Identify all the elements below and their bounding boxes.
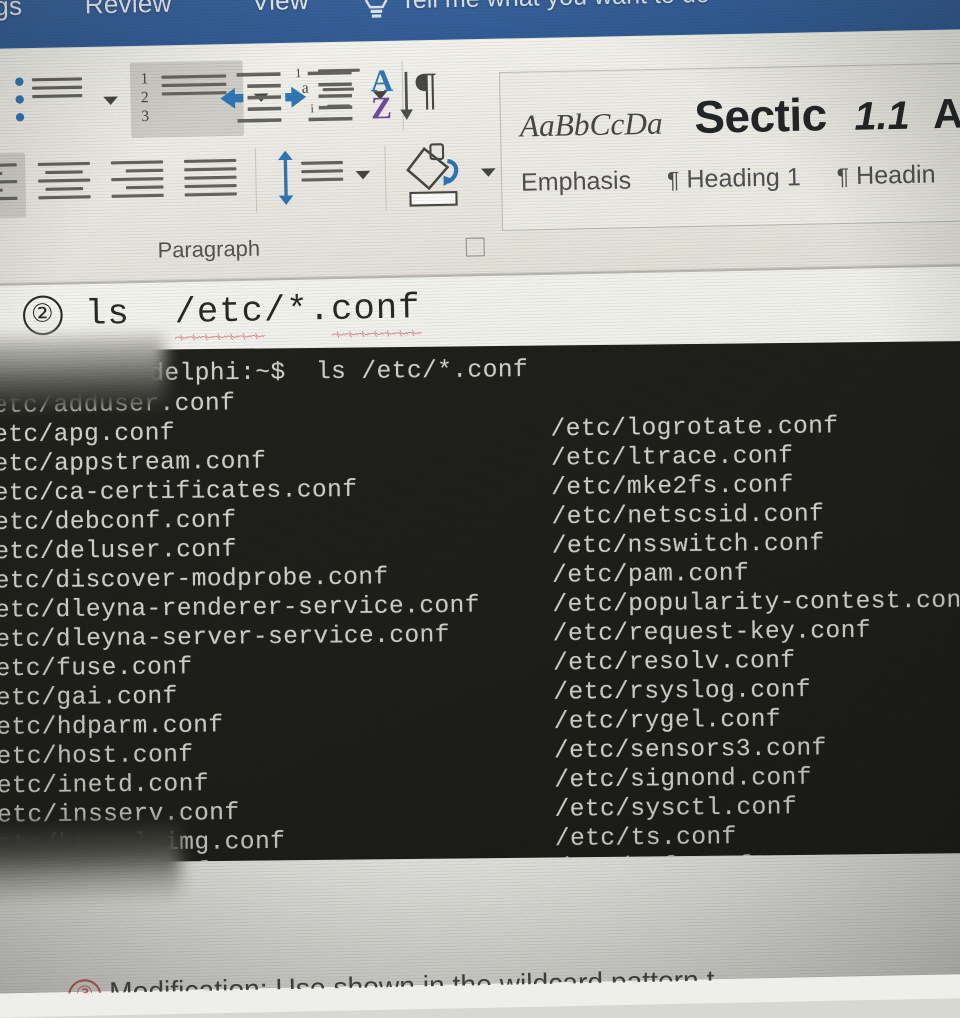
doc-cmd-path: /etc [174,292,265,334]
tab-mailings[interactable]: ilings [0,0,23,23]
terminal-output-line: /etc/hdparm.conf [0,711,224,743]
terminal-output-line: /etc/sensors3.conf [553,734,827,766]
terminal-output-line: /etc/discover-modprobe.conf [0,563,389,596]
style-name-heading1-label: Heading 1 [686,163,802,194]
terminal-output-line: /etc/deluser.conf [0,535,237,567]
callout-number-2: ② [22,295,64,336]
align-center-button[interactable] [29,151,99,217]
terminal-output-line: /etc/resolv.conf [552,647,796,678]
terminal-output-line: /etc/gai.conf [0,682,178,714]
shading-icon[interactable] [401,142,476,212]
doc-cmd-sep: /*. [263,290,332,332]
terminal-output-line: /etc/rsyslog.conf [553,676,812,708]
ribbon-divider-3 [384,145,387,211]
shading-dropdown-caret[interactable] [480,168,496,177]
terminal-output-line: /etc/fuse.conf [0,653,193,684]
terminal-output-line: /etc/debconf.conf [0,506,237,538]
terminal-output-line: /etc/dleyna-renderer-service.conf [0,591,481,626]
lightbulb-icon [363,0,389,18]
style-preview-heading2[interactable]: 1.1 [854,94,910,139]
terminal-output-line: /etc/ts.conf [554,823,737,854]
terminal-output-line: /etc/netscsid.conf [551,500,825,532]
pilcrow-icon: ¶ [666,166,680,194]
styles-gallery: AaBbCcDa Sectic 1.1 A Emphasis ¶ Heading… [498,62,960,231]
paragraph-dialog-launcher[interactable] [465,237,485,257]
align-left-button[interactable] [0,152,27,219]
line-spacing-dropdown-caret[interactable] [355,170,371,180]
terminal-output-line: /etc/popularity-contest.conf [552,586,960,620]
style-preview-heading1[interactable]: Sectic [694,90,827,144]
doc-cmd-ext: conf [330,288,421,331]
show-formatting-marks-icon[interactable]: ¶ [415,62,458,121]
paragraph-group-label: Paragraph [157,236,261,263]
tab-review[interactable]: Review [84,0,172,21]
style-name-heading2-label: Headin [855,160,936,191]
terminal-output-line: /etc/logrotate.conf [550,412,839,444]
photo-smudge-top [0,333,166,410]
style-name-heading2[interactable]: ¶ Headin [836,161,935,191]
increase-indent-icon[interactable] [285,69,355,127]
justify-button[interactable] [175,148,245,214]
terminal-output-line: /etc/ltrace.conf [550,442,794,473]
pilcrow-icon-2: ¶ [836,163,850,190]
terminal-prompt-line: @delphi:~$ ls /etc/*.conf [134,356,528,388]
style-name-heading1[interactable]: ¶ Heading 1 [667,163,801,194]
terminal-output-line: /etc/sysctl.conf [554,793,798,825]
terminal-output-line: /etc/request-key.conf [552,616,872,649]
bullets-dropdown-caret[interactable] [103,96,119,106]
document-command-line: ② ls /etc/*.conf [22,288,421,337]
tell-me-search[interactable]: Tell me what you want to do [400,0,710,16]
terminal-output-line: /etc/appstream.conf [0,447,267,479]
style-preview-heading3[interactable]: A [933,91,960,138]
doc-cmd-ls: ls [84,294,131,336]
bullets-button[interactable] [13,70,89,132]
style-name-emphasis[interactable]: Emphasis [521,167,632,197]
style-preview-emphasis[interactable]: AaBbCcDa [520,106,663,143]
ribbon-divider-2 [254,148,258,213]
terminal-output-line: /etc/inetd.conf [0,770,210,801]
align-right-button[interactable] [102,150,172,216]
terminal-output-line: /etc/mke2fs.conf [551,471,794,503]
terminal-output-line: /etc/rygel.conf [553,705,782,737]
terminal-output-line: /etc/apg.conf [0,419,176,450]
line-spacing-button[interactable] [274,146,348,212]
terminal-output-line: /etc/nsswitch.conf [551,529,825,561]
photographed-screen: ilings Review View Tell me what you want… [0,0,960,1018]
terminal-output-line: /etc/dleyna-server-service.conf [0,621,451,655]
terminal-screenshot: @delphi:~$ ls /etc/*.conf /etc/adduser.c… [0,340,960,864]
decrease-indent-icon[interactable] [214,70,284,128]
tab-view[interactable]: View [252,0,310,17]
terminal-output-line: /etc/host.conf [0,741,194,772]
terminal-output-line: /etc/signond.conf [554,763,813,795]
terminal-output-line: /etc/pam.conf [551,559,750,590]
terminal-output-line: /etc/ca-certificates.conf [0,476,358,509]
terminal-command: ls /etc/*.conf [315,356,529,387]
photo-smudge-bottom [0,822,181,901]
